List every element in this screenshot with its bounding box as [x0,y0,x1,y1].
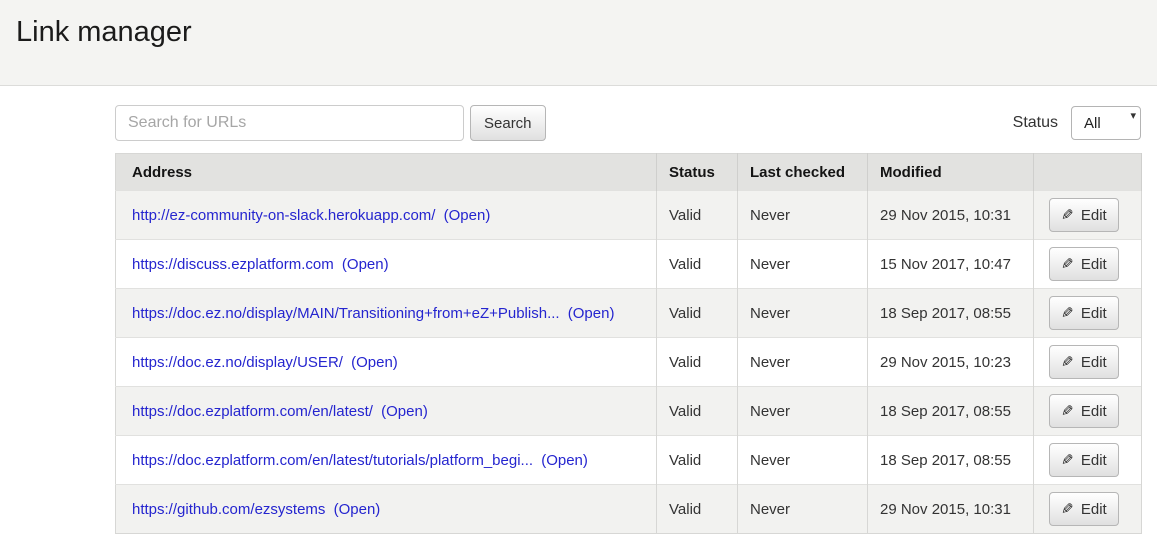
url-link[interactable]: https://doc.ez.no/display/MAIN/Transitio… [132,305,560,322]
address-cell: https://doc.ez.no/display/MAIN/Transitio… [116,289,657,338]
search-button[interactable]: Search [470,105,546,141]
actions-cell: ✎ Edit [1034,240,1142,289]
url-link[interactable]: https://github.com/ezsystems [132,501,325,518]
modified-cell: 29 Nov 2015, 10:23 [868,338,1034,387]
status-filter: Status All ▾ [1013,106,1141,140]
toolbar: Search Status All ▾ [115,105,1141,141]
url-link[interactable]: http://ez-community-on-slack.herokuapp.c… [132,207,435,224]
address-cell: https://github.com/ezsystems (Open) [116,485,657,534]
modified-cell: 18 Sep 2017, 08:55 [868,387,1034,436]
page-header: Link manager [0,0,1157,86]
table-row: https://github.com/ezsystems (Open) Vali… [116,485,1142,534]
edit-button[interactable]: ✎ Edit [1049,198,1119,232]
url-link[interactable]: https://doc.ez.no/display/USER/ [132,354,343,371]
modified-cell: 29 Nov 2015, 10:31 [868,485,1034,534]
column-header-modified: Modified [868,154,1034,191]
column-header-address: Address [116,154,657,191]
last-checked-cell: Never [738,436,868,485]
table-row: https://discuss.ezplatform.com (Open) Va… [116,240,1142,289]
url-link[interactable]: https://doc.ezplatform.com/en/latest/tut… [132,452,533,469]
address-cell: https://discuss.ezplatform.com (Open) [116,240,657,289]
table-row: https://doc.ezplatform.com/en/latest/tut… [116,436,1142,485]
edit-button[interactable]: ✎ Edit [1049,247,1119,281]
status-cell: Valid [657,338,738,387]
edit-button[interactable]: ✎ Edit [1049,345,1119,379]
status-filter-select[interactable]: All [1071,106,1141,140]
edit-button-label: Edit [1081,256,1107,273]
open-link[interactable]: (Open) [334,501,381,518]
pencil-icon: ✎ [1061,257,1074,272]
link-manager-content: Search Status All ▾ Address Status Last … [115,105,1141,534]
edit-button[interactable]: ✎ Edit [1049,296,1119,330]
pencil-icon: ✎ [1061,453,1074,468]
actions-cell: ✎ Edit [1034,387,1142,436]
status-cell: Valid [657,436,738,485]
pencil-icon: ✎ [1061,208,1074,223]
search-input[interactable] [115,105,464,141]
table-row: https://doc.ez.no/display/MAIN/Transitio… [116,289,1142,338]
actions-cell: ✎ Edit [1034,338,1142,387]
modified-cell: 29 Nov 2015, 10:31 [868,191,1034,240]
pencil-icon: ✎ [1061,306,1074,321]
table-row: https://doc.ez.no/display/USER/ (Open) V… [116,338,1142,387]
actions-cell: ✎ Edit [1034,191,1142,240]
column-header-last-checked: Last checked [738,154,868,191]
modified-cell: 18 Sep 2017, 08:55 [868,289,1034,338]
address-cell: https://doc.ezplatform.com/en/latest/ (O… [116,387,657,436]
address-cell: https://doc.ez.no/display/USER/ (Open) [116,338,657,387]
open-link[interactable]: (Open) [351,354,398,371]
actions-cell: ✎ Edit [1034,485,1142,534]
edit-button-label: Edit [1081,354,1107,371]
pencil-icon: ✎ [1061,355,1074,370]
status-cell: Valid [657,191,738,240]
modified-cell: 18 Sep 2017, 08:55 [868,436,1034,485]
actions-cell: ✎ Edit [1034,436,1142,485]
status-filter-label: Status [1013,114,1058,132]
open-link[interactable]: (Open) [541,452,588,469]
last-checked-cell: Never [738,387,868,436]
last-checked-cell: Never [738,191,868,240]
edit-button[interactable]: ✎ Edit [1049,394,1119,428]
status-cell: Valid [657,289,738,338]
pencil-icon: ✎ [1061,502,1074,517]
last-checked-cell: Never [738,240,868,289]
status-cell: Valid [657,485,738,534]
url-table-body: http://ez-community-on-slack.herokuapp.c… [116,191,1142,534]
last-checked-cell: Never [738,289,868,338]
edit-button-label: Edit [1081,501,1107,518]
actions-cell: ✎ Edit [1034,289,1142,338]
edit-button-label: Edit [1081,207,1107,224]
address-cell: https://doc.ezplatform.com/en/latest/tut… [116,436,657,485]
last-checked-cell: Never [738,338,868,387]
open-link[interactable]: (Open) [342,256,389,273]
edit-button-label: Edit [1081,452,1107,469]
column-header-status: Status [657,154,738,191]
address-cell: http://ez-community-on-slack.herokuapp.c… [116,191,657,240]
url-table-header: Address Status Last checked Modified [116,154,1142,191]
table-row: https://doc.ezplatform.com/en/latest/ (O… [116,387,1142,436]
url-link[interactable]: https://doc.ezplatform.com/en/latest/ [132,403,373,420]
edit-button-label: Edit [1081,403,1107,420]
url-link[interactable]: https://discuss.ezplatform.com [132,256,334,273]
modified-cell: 15 Nov 2017, 10:47 [868,240,1034,289]
last-checked-cell: Never [738,485,868,534]
edit-button[interactable]: ✎ Edit [1049,443,1119,477]
edit-button[interactable]: ✎ Edit [1049,492,1119,526]
table-row: http://ez-community-on-slack.herokuapp.c… [116,191,1142,240]
pencil-icon: ✎ [1061,404,1074,419]
open-link[interactable]: (Open) [381,403,428,420]
url-table: Address Status Last checked Modified htt… [115,153,1142,534]
status-cell: Valid [657,387,738,436]
page-title: Link manager [0,0,1157,49]
status-cell: Valid [657,240,738,289]
column-header-actions [1034,154,1142,191]
open-link[interactable]: (Open) [568,305,615,322]
open-link[interactable]: (Open) [444,207,491,224]
edit-button-label: Edit [1081,305,1107,322]
